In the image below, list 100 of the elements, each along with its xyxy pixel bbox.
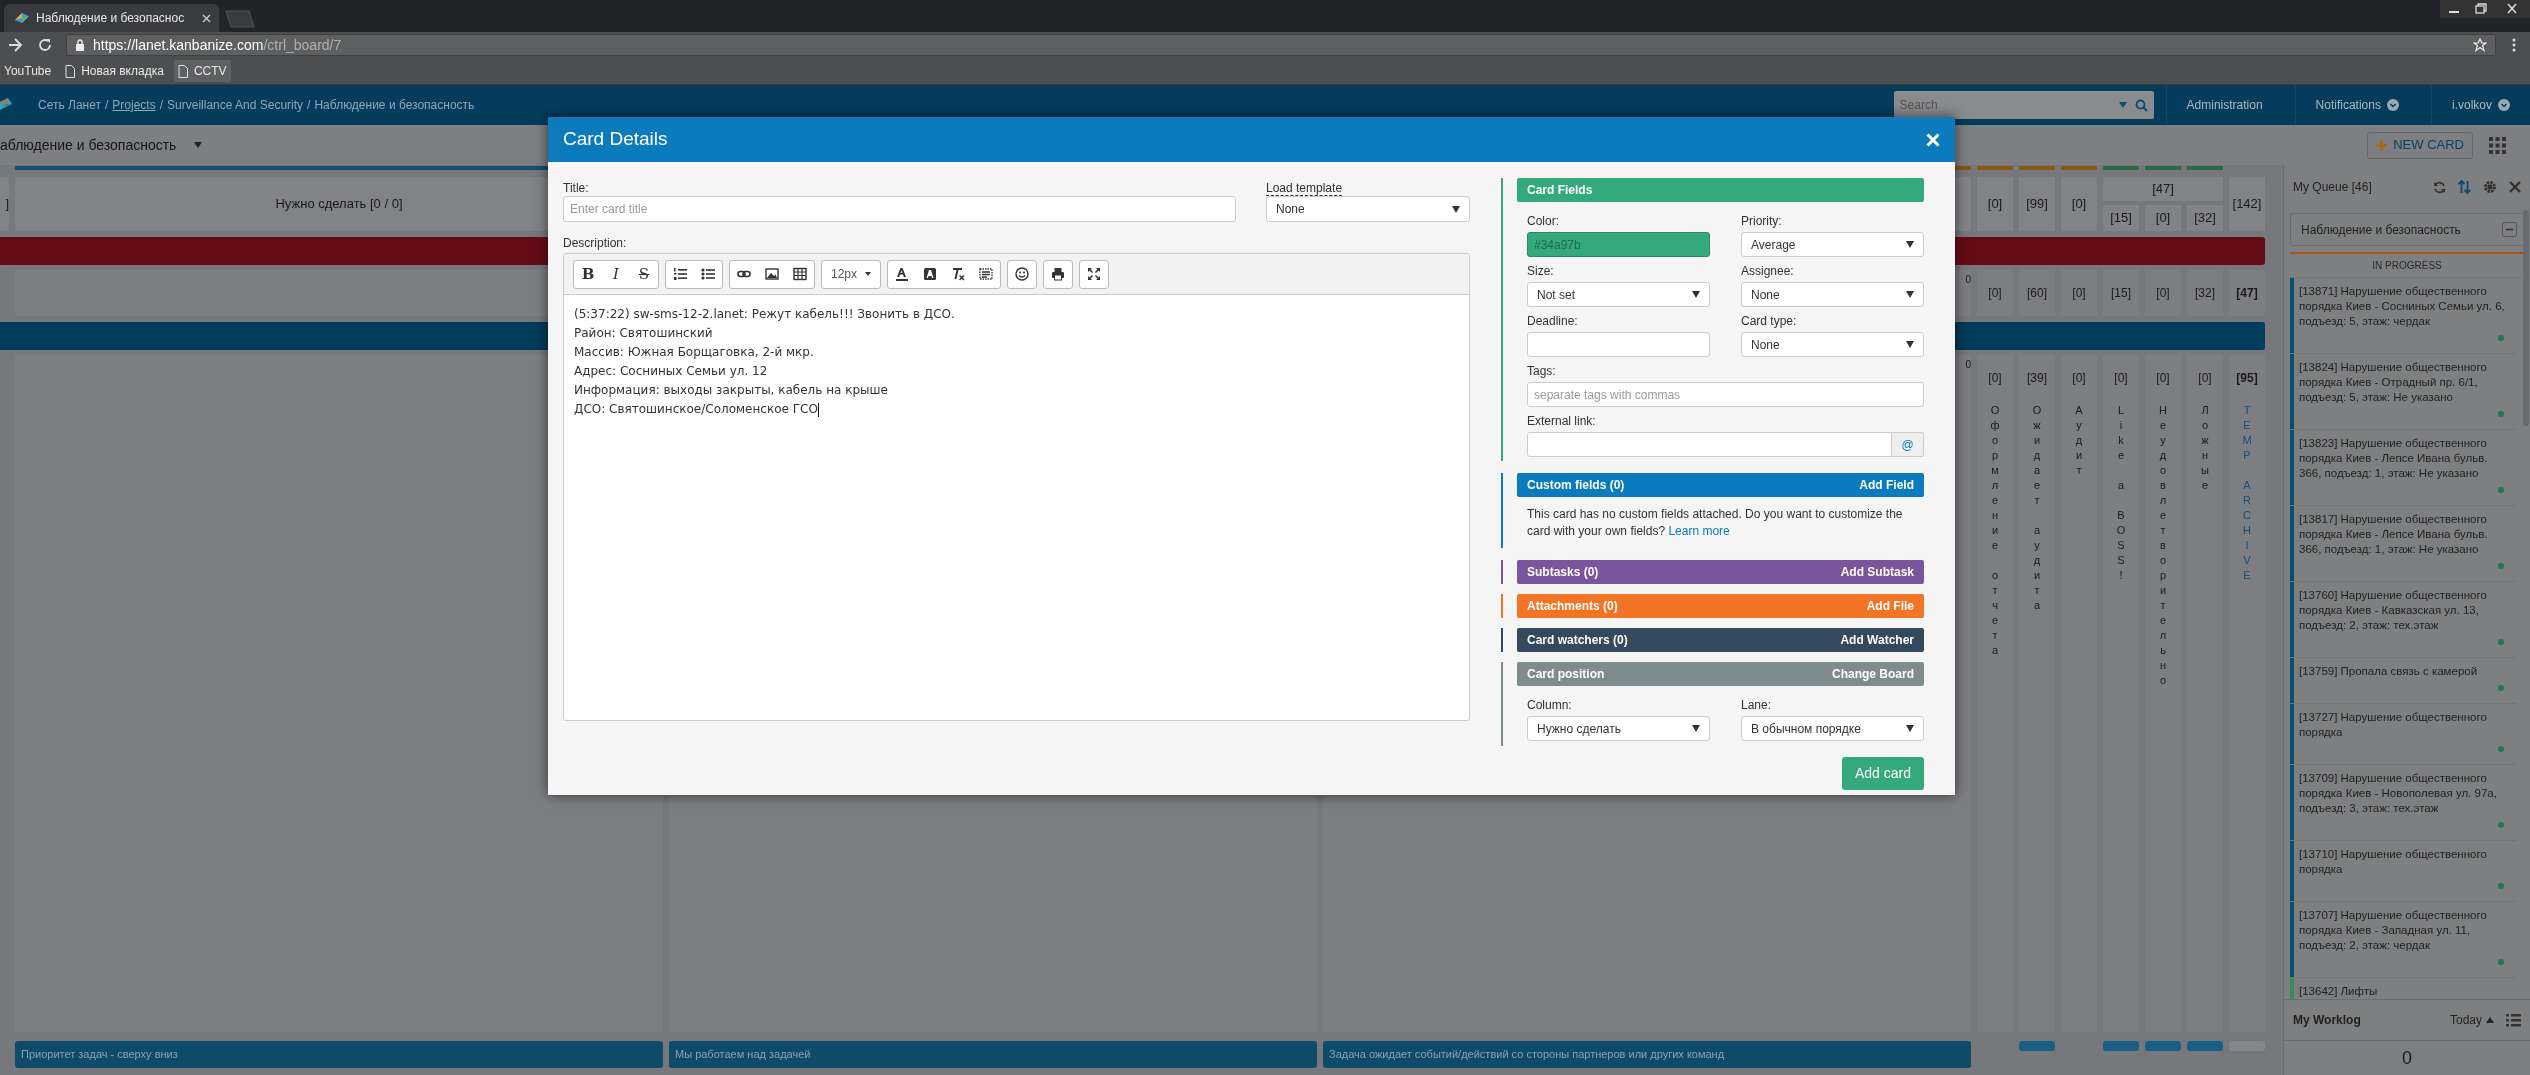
- select-field[interactable]: None: [1741, 282, 1924, 307]
- column-count: [47]: [2152, 180, 2174, 199]
- section-action[interactable]: Add Subtask: [1840, 563, 1914, 581]
- toolbar-button[interactable]: I: [602, 260, 630, 288]
- queue-card[interactable]: [13727] Нарушение общественного порядка: [2290, 704, 2516, 765]
- queue-card[interactable]: [13759] Пропала связь с камерой: [2290, 658, 2516, 704]
- address-field[interactable]: https://lanet.kanbanize.com/ctrl_board/7: [66, 34, 2496, 56]
- learn-more-link[interactable]: Learn more: [1668, 524, 1730, 538]
- table-icon: [793, 267, 807, 281]
- section-title: Custom fields (0): [1527, 477, 1625, 494]
- at-button[interactable]: @: [1892, 432, 1924, 457]
- bookmark[interactable]: Новая вкладка: [61, 60, 168, 82]
- card-title: [13760] Нарушение общественного порядка Киев - Кавказская ул. 13, подъезд: 2, этаж: тех.этаж: [2299, 588, 2488, 633]
- board-selector[interactable]: аблюдение и безопасность: [0, 134, 203, 156]
- page-icon: [65, 64, 76, 78]
- reload-icon[interactable]: [38, 38, 52, 52]
- input-field[interactable]: [1527, 432, 1892, 457]
- input-field[interactable]: separate tags with commas: [1527, 382, 1924, 407]
- queue-card[interactable]: [13710] Нарушение общественного порядка: [2290, 841, 2516, 902]
- breadcrumb-separator: /: [159, 97, 164, 114]
- section-action[interactable]: Add Field: [1859, 476, 1914, 494]
- column-count: [15]: [2110, 209, 2132, 228]
- period-selector[interactable]: Today: [2449, 1011, 2494, 1029]
- caret-icon: [865, 272, 871, 276]
- field-label: Description:: [563, 235, 627, 249]
- section-action[interactable]: Add File: [1866, 597, 1914, 615]
- card-title: [13759] Пропала связь с камерой: [2299, 664, 2479, 679]
- back-arrow-icon[interactable]: [8, 38, 22, 52]
- input-field[interactable]: [1527, 332, 1710, 357]
- nav-link[interactable]: Administration: [2166, 96, 2283, 114]
- search-icon[interactable]: [2134, 98, 2148, 112]
- column-count: 0: [1965, 273, 1971, 287]
- column-count: [142]: [2232, 195, 2262, 214]
- queue-card[interactable]: [13709] Нарушение общественного порядка Киев - Новополевая ул. 97а, подъезд: 3, этаж: тех.этаж: [2290, 765, 2516, 841]
- queue-card[interactable]: [13760] Нарушение общественного порядка Киев - Кавказская ул. 13, подъезд: 2, этаж: тех.этаж: [2290, 582, 2516, 658]
- description-line: Информация: выходы закрыты, кабель на крыше: [574, 383, 888, 397]
- status-dot-icon: [2498, 685, 2504, 691]
- font-color-icon: [895, 267, 909, 281]
- close-icon[interactable]: [2494, 0, 2530, 18]
- select-field[interactable]: None: [1741, 332, 1924, 357]
- column-footer-bar: [2019, 1041, 2055, 1051]
- status-dot-icon: [2498, 883, 2504, 889]
- breadcrumb-item: Сеть Ланет: [38, 97, 101, 114]
- star-icon[interactable]: [2473, 38, 2487, 52]
- select-field[interactable]: В обычном порядке: [1741, 716, 1924, 741]
- app-logo-icon: [0, 98, 12, 112]
- queue-card[interactable]: [13824] Нарушение общественного порядка Киев - Отрадный пр. 6/1, подъезд: 5, этаж: Не указано: [2290, 354, 2516, 430]
- description-line: Массив: Южная Борщаговка, 2-й мкр.: [574, 345, 814, 359]
- select-field[interactable]: Not set: [1527, 282, 1710, 307]
- section-action[interactable]: Add Watcher: [1840, 631, 1914, 649]
- column-count: 0: [1965, 358, 1971, 372]
- numbered-list-icon: [673, 267, 687, 281]
- field-label: Title:: [563, 180, 590, 195]
- board-select[interactable]: Наблюдение и безопасность: [2290, 213, 2524, 246]
- breadcrumb-separator: /: [307, 97, 311, 114]
- cell-count: [39]: [2027, 370, 2047, 387]
- toolbar-button[interactable]: B: [574, 260, 602, 288]
- emoji-icon: [1015, 267, 1029, 281]
- status-dot-icon: [2498, 411, 2504, 417]
- nav-link[interactable]: Notifications: [2295, 96, 2419, 114]
- card-title: [13824] Нарушение общественного порядка Киев - Отрадный пр. 6/1, подъезд: 5, этаж: Не указано: [2299, 360, 2488, 405]
- card-title: [13727] Нарушение общественного порядка: [2299, 710, 2488, 740]
- template-select[interactable]: None: [1266, 196, 1470, 222]
- column-footer-bar: [2145, 1041, 2181, 1051]
- select-field[interactable]: Average: [1741, 232, 1924, 257]
- add-card-button[interactable]: Add card: [1842, 757, 1924, 790]
- breadcrumb-link[interactable]: Projects: [112, 96, 156, 114]
- collapse-icon[interactable]: [2502, 222, 2517, 237]
- nav-link[interactable]: i.volkov: [2432, 96, 2530, 114]
- queue-card[interactable]: [13707] Нарушение общественного порядка Киев - Западная ул. 11, подъезд: 2, этаж: чердак: [2290, 902, 2516, 978]
- title-field[interactable]: Enter card title: [563, 196, 1236, 222]
- cell-count: [0]: [2072, 285, 2086, 302]
- queue-card[interactable]: [13823] Нарушение общественного порядка Киев - Лепсе Ивана бульв. 366, подъезд: 1, этаж: Не указано: [2290, 430, 2516, 506]
- status-dot-icon: [2498, 822, 2504, 828]
- queue-card[interactable]: [13871] Нарушение общественного порядка Киев - Сосниных Семьи ул. 6, подъезд: 5, этаж: чердак: [2290, 278, 2516, 354]
- select-field[interactable]: Нужно сделать: [1527, 716, 1710, 741]
- worklog-count: 0: [2402, 1046, 2412, 1070]
- minimize-icon[interactable]: [2440, 0, 2468, 18]
- section-action[interactable]: Change Board: [1832, 665, 1914, 683]
- bookmark[interactable]: CCTV: [173, 60, 231, 82]
- settings-icon[interactable]: [2483, 180, 2497, 194]
- caret-icon: [1906, 291, 1914, 298]
- section-note: This card has no custom fields attached. Do you want to customize the card with your own fields? Learn more: [1527, 507, 1903, 538]
- list-icon[interactable]: [2506, 1013, 2521, 1027]
- menu-icon[interactable]: [2512, 38, 2516, 52]
- section-title: Subtasks (0): [1527, 564, 1599, 581]
- refresh-icon[interactable]: [2433, 180, 2446, 194]
- toolbar-button[interactable]: S: [630, 260, 658, 288]
- queue-card[interactable]: [13817] Нарушение общественного порядка Киев - Лепсе Ивана бульв. 366, подъезд: 1, этаж: Не указано: [2290, 506, 2516, 582]
- bookmark[interactable]: YouTube: [0, 60, 56, 82]
- caret-icon: [1906, 341, 1914, 348]
- section-title: Card Fields: [1527, 182, 1593, 199]
- cell-count: [0]: [2156, 370, 2170, 387]
- cell-count: [0]: [1988, 285, 2002, 302]
- queue-card[interactable]: [13642] Лифты: [2290, 978, 2516, 999]
- browser-tab[interactable]: Наблюдение и безопаснос: [4, 4, 219, 32]
- grid-menu-icon[interactable]: [2489, 136, 2506, 154]
- caret-icon: [2486, 1017, 2494, 1023]
- new-card-button[interactable]: NEW CARD: [2367, 131, 2473, 159]
- font-size-select[interactable]: 12px: [821, 259, 881, 289]
